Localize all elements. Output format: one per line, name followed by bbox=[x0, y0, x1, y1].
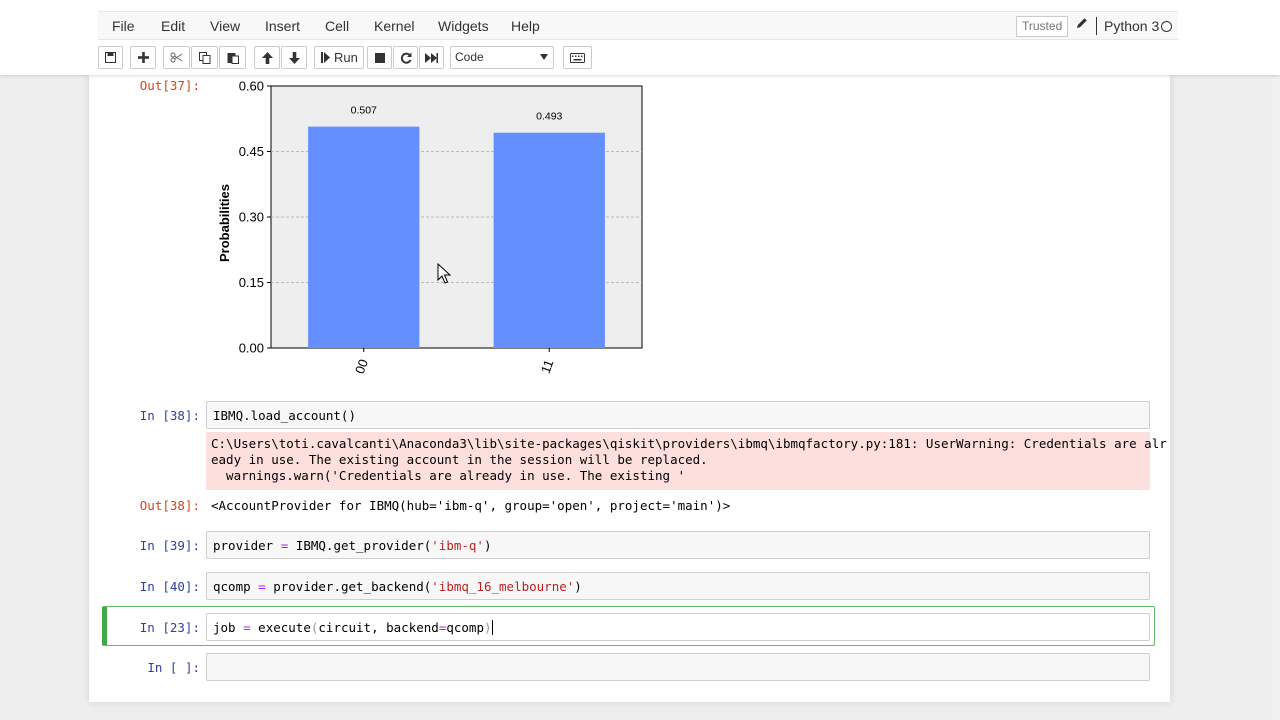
probability-bar-chart: 0.00 0.15 0.30 0.45 0.60 0.507 00 0.493 11 Probab… bbox=[217, 79, 643, 376]
code-cell-input-active[interactable]: job = execute(circuit, backend=qcomp) bbox=[206, 613, 1150, 641]
command-palette-button[interactable] bbox=[563, 46, 592, 69]
insert-cell-button[interactable] bbox=[130, 46, 156, 69]
menu-file[interactable]: File bbox=[112, 18, 135, 34]
restart-button[interactable] bbox=[393, 46, 418, 69]
bar-value-label: 0.507 bbox=[351, 105, 377, 117]
y-tick-label: 0.60 bbox=[239, 79, 264, 94]
y-tick-label: 0.15 bbox=[239, 275, 264, 290]
code-operator: = bbox=[280, 538, 289, 553]
interrupt-button[interactable] bbox=[367, 46, 392, 69]
paste-button[interactable] bbox=[219, 46, 246, 69]
kernel-separator bbox=[1096, 17, 1097, 35]
y-tick-label: 0.30 bbox=[239, 210, 264, 225]
arrow-down-icon bbox=[288, 51, 300, 64]
code-args: circuit, backend bbox=[318, 620, 439, 635]
arrow-up-icon bbox=[261, 51, 273, 64]
stderr-line: warnings.warn('Credentials are already i… bbox=[211, 468, 686, 483]
cell-type-value: Code bbox=[455, 50, 484, 64]
code-variable: qcomp bbox=[213, 579, 251, 594]
menu-widgets[interactable]: Widgets bbox=[438, 18, 489, 34]
code-operator: = bbox=[258, 579, 266, 594]
bar bbox=[493, 132, 605, 348]
scrollbar[interactable] bbox=[1271, 75, 1280, 720]
menu-cell[interactable]: Cell bbox=[325, 18, 349, 34]
code-variable: job bbox=[213, 620, 236, 635]
menu-kernel[interactable]: Kernel bbox=[374, 18, 414, 34]
code-cell-input[interactable]: provider = IBMQ.get_provider('ibm-q') bbox=[206, 531, 1150, 559]
paste-icon bbox=[227, 52, 239, 64]
menu-edit[interactable]: Edit bbox=[161, 18, 185, 34]
fast-forward-icon bbox=[425, 52, 438, 63]
trusted-indicator[interactable]: Trusted bbox=[1016, 16, 1069, 37]
code-paren: ) bbox=[483, 620, 492, 635]
mouse-pointer-icon bbox=[437, 263, 451, 284]
keyboard-icon bbox=[570, 52, 585, 63]
code-text: IBMQ.load_account() bbox=[213, 408, 356, 423]
run-button[interactable]: Run bbox=[314, 46, 364, 69]
code-paren: ) bbox=[483, 538, 492, 553]
cell-type-select[interactable]: Code bbox=[450, 46, 554, 69]
code-string: 'ibmq_16_melbourne' bbox=[431, 579, 575, 594]
stderr-output: C:\Users\toti.cavalcanti\Anaconda3\lib\s… bbox=[206, 432, 1167, 490]
y-tick-label: 0.45 bbox=[239, 144, 264, 159]
y-axis-label: Probabilities bbox=[217, 184, 232, 262]
code-string: 'ibm-q' bbox=[431, 538, 484, 553]
stderr-line: C:\Users\toti.cavalcanti\Anaconda3\lib\s… bbox=[211, 436, 1167, 451]
stderr-line: eady in use. The existing account in the… bbox=[211, 452, 708, 467]
input-prompt: In [40]: bbox=[139, 579, 200, 594]
x-tick-label: 11 bbox=[538, 358, 557, 376]
kernel-idle-icon bbox=[1161, 21, 1172, 32]
input-prompt: In [38]: bbox=[139, 408, 200, 423]
menu-view[interactable]: View bbox=[210, 18, 240, 34]
code-call: execute bbox=[258, 620, 311, 635]
output-prompt: Out[38]: bbox=[139, 498, 200, 513]
output-text: <AccountProvider for IBMQ(hub='ibm-q', g… bbox=[211, 498, 731, 513]
bar bbox=[308, 126, 420, 348]
cut-icon bbox=[170, 52, 183, 63]
code-args: qcomp bbox=[446, 620, 484, 635]
code-call: IBMQ.get_provider( bbox=[295, 538, 432, 553]
code-call: provider.get_backend( bbox=[273, 579, 432, 594]
text-cursor bbox=[491, 620, 493, 635]
save-icon bbox=[105, 52, 116, 63]
run-label: Run bbox=[334, 50, 358, 65]
x-tick-label: 00 bbox=[352, 357, 371, 376]
run-icon bbox=[321, 52, 330, 63]
code-paren: ) bbox=[574, 579, 582, 594]
input-prompt: In [39]: bbox=[139, 538, 200, 553]
code-variable: provider bbox=[213, 538, 274, 553]
menu-insert[interactable]: Insert bbox=[265, 18, 300, 34]
code-cell-input[interactable]: IBMQ.load_account() bbox=[206, 401, 1150, 429]
y-tick-label: 0.00 bbox=[239, 341, 264, 356]
move-down-button[interactable] bbox=[281, 46, 307, 69]
kernel-name[interactable]: Python 3 bbox=[1104, 18, 1159, 34]
menu-help[interactable]: Help bbox=[511, 18, 540, 34]
copy-icon bbox=[198, 51, 211, 64]
code-operator: = bbox=[243, 620, 251, 635]
copy-button[interactable] bbox=[191, 46, 218, 69]
cut-button[interactable] bbox=[163, 46, 190, 69]
plus-icon bbox=[137, 52, 149, 63]
pencil-icon[interactable] bbox=[1076, 17, 1088, 32]
output-prompt: Out[37]: bbox=[139, 78, 200, 93]
restart-run-all-button[interactable] bbox=[419, 46, 444, 69]
move-up-button[interactable] bbox=[254, 46, 280, 69]
save-button[interactable] bbox=[98, 46, 123, 69]
bar-value-label: 0.493 bbox=[536, 111, 562, 123]
input-prompt: In [23]: bbox=[139, 620, 200, 635]
code-cell-input[interactable] bbox=[206, 653, 1150, 681]
stop-icon bbox=[374, 52, 385, 63]
code-cell-input[interactable]: qcomp = provider.get_backend('ibmq_16_me… bbox=[206, 572, 1150, 600]
menu-bar: File Edit View Insert Cell Kernel Widget… bbox=[98, 11, 1178, 40]
chevron-down-icon bbox=[540, 54, 548, 60]
notebook-header: File Edit View Insert Cell Kernel Widget… bbox=[0, 0, 1280, 75]
input-prompt: In [ ]: bbox=[147, 660, 200, 675]
restart-icon bbox=[400, 52, 412, 64]
